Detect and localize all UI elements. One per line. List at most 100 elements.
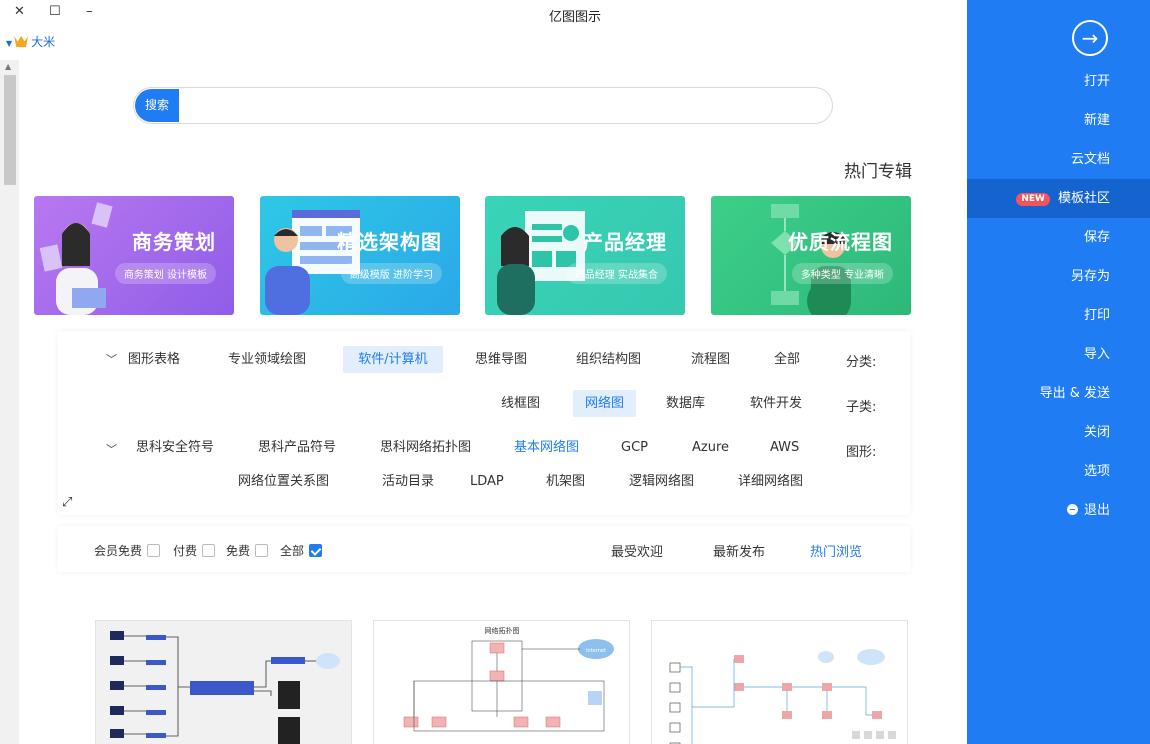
user-name: 大米 bbox=[31, 35, 56, 49]
sidebar-item-export-send[interactable]: 导出 & 发送 bbox=[967, 374, 1110, 413]
maximize-window-button[interactable]: ☐ bbox=[49, 4, 61, 19]
sidebar-item-label: 选项 bbox=[1083, 464, 1110, 479]
category-mind-map[interactable]: 思维导图 bbox=[467, 346, 535, 373]
sidebar-item-label: 模板社区 bbox=[1057, 191, 1110, 206]
filter-free-label: 免费 bbox=[226, 544, 251, 558]
filter-member-free-label: 会员免费 bbox=[94, 544, 143, 558]
banner-architecture-illustration bbox=[265, 210, 360, 315]
backstage-sidebar: → 打开 新建 云文档 NEW 模板社区 保存 另存为 打印 导入 导出 & 发送… bbox=[967, 0, 1150, 744]
detailed-network-thumbnail bbox=[669, 649, 896, 744]
shape-cisco-topology[interactable]: 思科网络拓扑图 bbox=[372, 434, 479, 461]
arrow-right-circle-icon[interactable]: → bbox=[1072, 20, 1108, 56]
category-label: 分类: bbox=[846, 355, 877, 370]
search-input[interactable] bbox=[179, 88, 809, 123]
checkbox-checked-icon bbox=[309, 544, 323, 557]
sidebar-item-label: 打开 bbox=[1083, 74, 1110, 89]
vertical-scrollbar[interactable]: ▲ bbox=[0, 60, 19, 744]
banner-product-manager[interactable]: 产品经理 产品经理 实战集合 bbox=[485, 196, 685, 315]
card-image-title: 网络拓扑图 bbox=[485, 626, 520, 635]
sidebar-item-import[interactable]: 导入 bbox=[967, 335, 1110, 374]
shape-rack[interactable]: 机架图 bbox=[538, 468, 593, 495]
checkbox-icon bbox=[255, 544, 269, 557]
banner-business-illustration bbox=[39, 202, 113, 315]
category-software[interactable]: 软件/计算机 bbox=[343, 346, 443, 373]
sidebar-item-label: 退出 bbox=[1083, 503, 1110, 518]
sidebar-item-label: 关闭 bbox=[1083, 425, 1110, 440]
shape-gcp[interactable]: GCP bbox=[613, 434, 656, 461]
banner-architecture[interactable]: 精选架构图 高级模版 进阶学习 bbox=[260, 196, 460, 315]
banner-title: 商务策划 bbox=[132, 230, 216, 254]
banner-subtitle: 产品经理 实战集合 bbox=[565, 263, 667, 284]
subcategory-network[interactable]: 网络图 bbox=[573, 390, 636, 417]
sidebar-item-label: 打印 bbox=[1083, 308, 1110, 323]
sidebar-item-save-as[interactable]: 另存为 bbox=[967, 257, 1110, 296]
banner-business-plan[interactable]: 商务策划 商务策划 设计模板 bbox=[34, 196, 234, 315]
sidebar-item-print[interactable]: 打印 bbox=[967, 296, 1110, 335]
fullscreen-expand-icon[interactable]: ⤢ bbox=[62, 495, 72, 510]
sidebar-item-cloud-docs[interactable]: 云文档 bbox=[967, 140, 1110, 179]
sidebar-item-save[interactable]: 保存 bbox=[967, 218, 1110, 257]
shape-active-directory[interactable]: 活动目录 bbox=[374, 468, 442, 495]
vip-crown-icon bbox=[14, 36, 29, 47]
category-flowchart[interactable]: 流程图 bbox=[683, 346, 738, 373]
scroll-up-arrow-icon[interactable]: ▲ bbox=[5, 62, 11, 71]
checkbox-icon bbox=[147, 544, 161, 557]
category-professional[interactable]: 专业领域绘图 bbox=[220, 346, 314, 373]
search-button[interactable]: 搜索 bbox=[135, 89, 179, 122]
sort-popular[interactable]: 最受欢迎 bbox=[611, 541, 663, 560]
banner-flowchart[interactable]: 优质流程图 多种类型 专业清晰 bbox=[711, 196, 911, 315]
filter-all-label: 全部 bbox=[280, 544, 305, 558]
template-card[interactable] bbox=[651, 620, 908, 744]
shape-cisco-product[interactable]: 思科产品符号 bbox=[250, 434, 344, 461]
shape-cisco-security[interactable]: 思科安全符号 bbox=[128, 434, 222, 461]
sidebar-item-close[interactable]: 关闭 bbox=[967, 413, 1110, 452]
filter-paid-checkbox[interactable]: 付费 bbox=[173, 542, 216, 559]
card-cloud-label: Internet bbox=[586, 648, 606, 654]
sort-newest[interactable]: 最新发布 bbox=[713, 541, 765, 560]
filter-member-free-checkbox[interactable]: 会员免费 bbox=[94, 542, 161, 559]
sidebar-item-label: 新建 bbox=[1083, 113, 1110, 128]
shape-aws[interactable]: AWS bbox=[762, 434, 807, 461]
caret-down-icon: ▼ bbox=[6, 39, 13, 48]
sidebar-item-options[interactable]: 选项 bbox=[967, 452, 1110, 491]
banner-subtitle: 高级模版 进阶学习 bbox=[340, 263, 442, 284]
sort-hot[interactable]: 热门浏览 bbox=[810, 541, 862, 560]
expand-categories-chevron-icon[interactable]: ﹀ bbox=[106, 351, 117, 367]
filter-all-checkbox[interactable]: 全部 bbox=[280, 542, 323, 559]
sidebar-item-label: 导入 bbox=[1083, 347, 1110, 362]
banner-title: 优质流程图 bbox=[788, 230, 893, 254]
title-bar: ✕ ☐ – bbox=[0, 0, 967, 30]
sidebar-item-open[interactable]: 打开 bbox=[967, 62, 1110, 101]
subcategory-software-dev[interactable]: 软件开发 bbox=[742, 390, 810, 417]
subcategory-wireframe[interactable]: 线框图 bbox=[493, 390, 548, 417]
category-graphic-table[interactable]: 图形表格 bbox=[120, 346, 188, 373]
sidebar-item-template-community[interactable]: NEW 模板社区 bbox=[967, 179, 1150, 218]
filter-free-checkbox[interactable]: 免费 bbox=[226, 542, 269, 559]
filter-paid-label: 付费 bbox=[173, 544, 198, 558]
category-all[interactable]: 全部 bbox=[766, 346, 808, 373]
filter-panel: 分类: 全部 流程图 组织结构图 思维导图 软件/计算机 专业领域绘图 图形表格… bbox=[58, 331, 910, 515]
sort-filter-bar: 热门浏览 最新发布 最受欢迎 全部 免费 付费 会员免费 bbox=[58, 526, 910, 572]
scrollbar-thumb[interactable] bbox=[4, 75, 16, 185]
shape-label: 图形: bbox=[846, 445, 877, 460]
template-card[interactable] bbox=[95, 620, 352, 744]
banner-pm-illustration bbox=[497, 211, 585, 315]
network-diagram-thumbnail bbox=[110, 631, 340, 744]
subcategory-database[interactable]: 数据库 bbox=[658, 390, 713, 417]
category-org-chart[interactable]: 组织结构图 bbox=[568, 346, 649, 373]
template-card[interactable]: 网络拓扑图 Internet bbox=[373, 620, 630, 744]
sidebar-item-new[interactable]: 新建 bbox=[967, 101, 1110, 140]
shape-ldap[interactable]: LDAP bbox=[462, 468, 512, 495]
close-window-button[interactable]: ✕ bbox=[14, 4, 25, 19]
shape-basic-network[interactable]: 基本网络图 bbox=[506, 434, 587, 461]
shape-azure[interactable]: Azure bbox=[684, 434, 737, 461]
minimize-window-button[interactable]: – bbox=[86, 4, 93, 19]
user-menu[interactable]: ▼ 大米 bbox=[6, 33, 55, 50]
shape-detailed-network[interactable]: 详细网络图 bbox=[730, 468, 811, 495]
section-title: 热门专辑 bbox=[844, 162, 912, 182]
shape-logical-network[interactable]: 逻辑网络图 bbox=[621, 468, 702, 495]
sidebar-item-exit[interactable]: 退出 bbox=[967, 491, 1110, 530]
shape-network-location[interactable]: 网络位置关系图 bbox=[230, 468, 337, 495]
expand-shapes-chevron-icon[interactable]: ﹀ bbox=[106, 441, 117, 457]
banner-subtitle: 多种类型 专业清晰 bbox=[791, 263, 893, 284]
